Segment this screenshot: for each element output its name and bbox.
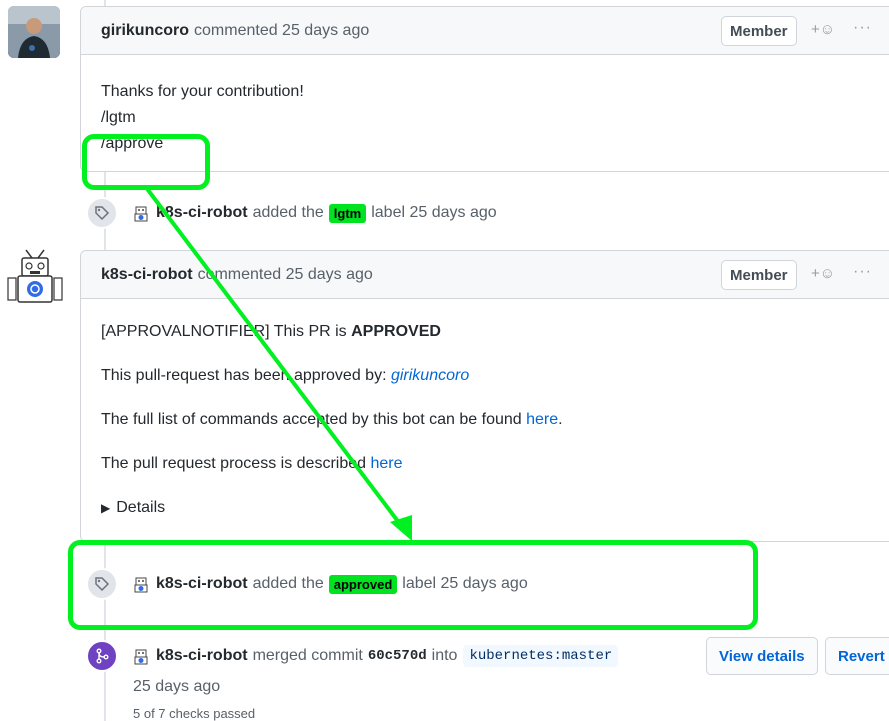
comment-k8s-ci-robot: k8s-ci-robot commented 25 days ago Membe… — [80, 250, 889, 542]
robot-mini-icon[interactable] — [132, 575, 150, 593]
event-text: merged commit — [252, 647, 363, 664]
robot-mini-icon[interactable] — [132, 647, 150, 665]
approval-notifier-line: [APPROVALNOTIFIER] This PR is APPROVED — [101, 319, 889, 345]
event-label-lgtm: k8s-ci-robot added the lgtm label 25 day… — [86, 193, 497, 233]
commit-sha-link[interactable]: 60c570d — [368, 648, 427, 664]
merge-time[interactable]: 25 days ago — [133, 678, 220, 696]
comment-author[interactable]: girikuncoro — [101, 22, 189, 40]
comment-meta[interactable]: commented 25 days ago — [198, 266, 373, 284]
event-text: label 25 days ago — [371, 204, 497, 221]
more-options-icon[interactable]: ··· — [853, 19, 872, 37]
process-here-link[interactable]: here — [370, 455, 402, 472]
label-lgtm[interactable]: lgtm — [328, 203, 367, 223]
view-details-button[interactable]: View details — [706, 637, 818, 675]
person-photo-icon — [8, 6, 60, 58]
checks-status[interactable]: 5 of 7 checks passed — [133, 706, 255, 721]
member-badge: Member — [721, 16, 797, 46]
comment-body: [APPROVALNOTIFIER] This PR is APPROVED T… — [81, 299, 889, 531]
robot-mini-icon[interactable] — [132, 204, 150, 222]
event-text: added the — [252, 575, 324, 592]
commands-text: The full list of commands accepted by th… — [101, 411, 527, 428]
comment-author[interactable]: k8s-ci-robot — [101, 266, 193, 284]
target-branch[interactable]: kubernetes:master — [463, 645, 619, 667]
details-label: Details — [116, 499, 166, 516]
label-approved[interactable]: approved — [328, 574, 398, 594]
process-line: The pull request process is described he… — [101, 451, 889, 477]
event-actor[interactable]: k8s-ci-robot — [156, 575, 248, 593]
event-actor[interactable]: k8s-ci-robot — [156, 204, 248, 222]
approved-by-line: This pull-request has been approved by: … — [101, 363, 889, 389]
revert-button[interactable]: Revert — [825, 637, 889, 675]
comment-meta[interactable]: commented 25 days ago — [194, 22, 369, 40]
comment-girikuncoro: girikuncoro commented 25 days ago Member… — [80, 6, 889, 172]
add-reaction-icon[interactable]: +☺ — [811, 21, 835, 38]
event-text: added the — [252, 204, 324, 221]
approved-by-text: This pull-request has been approved by: — [101, 367, 391, 384]
comment-body: Thanks for your contribution! /lgtm /app… — [81, 55, 889, 167]
comment-line: /lgtm — [101, 109, 136, 126]
details-toggle[interactable]: ▶ Details — [101, 495, 889, 521]
robot-avatar-icon — [7, 249, 63, 303]
approval-status: APPROVED — [351, 323, 441, 340]
event-text: label 25 days ago — [402, 575, 528, 592]
process-text: The pull request process is described — [101, 455, 371, 472]
member-badge: Member — [721, 260, 797, 290]
avatar-k8s-ci-robot[interactable] — [4, 246, 64, 306]
commands-line: The full list of commands accepted by th… — [101, 407, 889, 433]
event-merged: k8s-ci-robot merged commit 60c570d into … — [86, 636, 619, 676]
commands-period: . — [558, 411, 563, 428]
comment-line: /approve — [101, 135, 164, 152]
event-actor[interactable]: k8s-ci-robot — [156, 647, 248, 665]
notifier-text: [APPROVALNOTIFIER] This PR is — [101, 323, 352, 340]
add-reaction-icon[interactable]: +☺ — [811, 265, 835, 282]
event-label-approved: k8s-ci-robot added the approved label 25… — [86, 564, 528, 604]
approver-link[interactable]: girikuncoro — [391, 367, 469, 384]
tag-icon — [86, 197, 118, 229]
comment-line: Thanks for your contribution! — [101, 83, 304, 100]
more-options-icon[interactable]: ··· — [853, 263, 872, 281]
caret-right-icon: ▶ — [101, 501, 111, 515]
commands-here-link[interactable]: here — [526, 411, 558, 428]
event-text: into — [431, 647, 458, 664]
tag-icon — [86, 568, 118, 600]
avatar-girikuncoro[interactable] — [8, 6, 60, 58]
git-merge-icon — [86, 640, 118, 672]
